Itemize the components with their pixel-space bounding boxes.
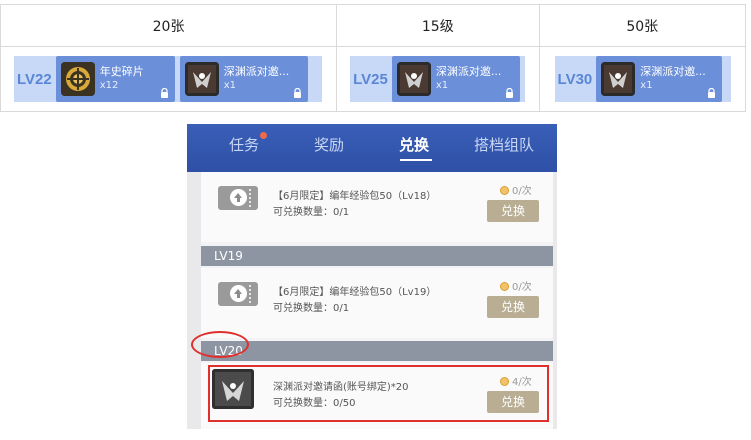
lock-icon <box>293 88 301 98</box>
level-label: LV30 <box>557 70 593 88</box>
table-header-row: 20张 15级 50张 <box>0 4 747 47</box>
notification-dot <box>260 132 268 139</box>
reward-item-qty: x12 <box>99 80 119 91</box>
reward-item-card[interactable]: 年史碎片 x12 <box>55 56 175 102</box>
reward-item-qty: x1 <box>435 80 449 91</box>
level-label: LV25 <box>353 70 388 88</box>
tab-rewards[interactable]: 奖励 <box>314 134 344 155</box>
item-name: 【6月限定】编年经验包50（Lv19） <box>273 287 437 298</box>
header-cell-2: 15级 <box>336 4 540 47</box>
coin-icon <box>500 282 509 291</box>
annotation-rectangle <box>208 365 549 422</box>
item-count: 可兑换数量：0/1 <box>273 207 350 218</box>
reward-item-name: 深渊派对邀... <box>640 65 706 78</box>
reward-item-name: 深渊派对邀... <box>223 65 290 78</box>
item-count: 可兑换数量：0/1 <box>273 303 350 314</box>
exp-pack-icon <box>218 282 258 306</box>
tab-partner-team[interactable]: 搭档组队 <box>474 134 534 155</box>
coin-icon <box>500 186 509 195</box>
abyss-invite-icon <box>184 62 219 96</box>
reward-cell-1: LV22 年史碎片 x12 深渊派对邀... x1 <box>0 46 338 112</box>
tab-exchange[interactable]: 兑换 <box>399 134 429 155</box>
section-header: LV19 <box>201 246 553 266</box>
exp-pack-icon <box>218 186 258 210</box>
exchange-screen: 任务 奖励 兑换 搭档组队 【6月限定】编年经验包50（Lv18） 可兑换数量：… <box>187 124 557 429</box>
annotation-ellipse <box>191 331 249 358</box>
tab-label: 兑换 <box>399 136 430 154</box>
reward-table: 20张 15级 50张 LV22 年史碎片 x12 深渊派对邀... x1 LV… <box>0 4 747 112</box>
lock-icon <box>160 88 168 98</box>
reward-cell-3: LV30 深渊派对邀... x1 <box>538 46 747 112</box>
section-header: LV20 <box>201 341 553 361</box>
tab-label: 任务 <box>229 136 260 154</box>
tab-bar: 任务 奖励 兑换 搭档组队 <box>187 124 557 172</box>
table-reward-row: LV22 年史碎片 x12 深渊派对邀... x1 LV25 深渊派对邀... … <box>0 46 747 112</box>
reward-item-name: 深渊派对邀... <box>435 65 502 78</box>
header-cell-1: 20张 <box>0 4 338 47</box>
item-name: 【6月限定】编年经验包50（Lv18） <box>273 191 437 202</box>
gold-emblem-icon <box>60 62 95 96</box>
item-limit: 0/次 <box>500 182 532 197</box>
abyss-invite-icon <box>396 62 431 96</box>
reward-item-qty: x1 <box>223 80 237 91</box>
tab-label: 奖励 <box>314 136 345 154</box>
level-label: LV22 <box>17 70 52 88</box>
tab-label: 搭档组队 <box>474 136 535 154</box>
reward-strip: LV30 深渊派对邀... x1 <box>554 56 731 102</box>
lock-icon <box>708 88 716 98</box>
reward-item-card[interactable]: 深渊派对邀... x1 <box>596 56 723 102</box>
active-tab-indicator <box>400 159 432 161</box>
item-limit: 0/次 <box>500 278 532 293</box>
exchange-button[interactable]: 兑换 <box>487 296 539 318</box>
header-cell-3: 50张 <box>538 4 747 47</box>
reward-item-qty: x1 <box>640 80 653 91</box>
exchange-button[interactable]: 兑换 <box>487 200 539 222</box>
reward-cell-2: LV25 深渊派对邀... x1 <box>336 46 540 112</box>
reward-item-card[interactable]: 深渊派对邀... x1 <box>391 56 520 102</box>
reward-item-name: 年史碎片 <box>99 65 144 78</box>
tab-tasks[interactable]: 任务 <box>229 132 268 155</box>
abyss-invite-icon <box>601 62 636 96</box>
list-item: 【6月限定】编年经验包50（Lv19） 可兑换数量：0/1 0/次 兑换 <box>201 268 553 338</box>
reward-item-card[interactable]: 深渊派对邀... x1 <box>179 56 308 102</box>
reward-strip: LV22 年史碎片 x12 深渊派对邀... x1 <box>14 56 322 102</box>
lock-icon <box>505 88 513 98</box>
reward-strip: LV25 深渊派对邀... x1 <box>350 56 526 102</box>
list-item: 【6月限定】编年经验包50（Lv18） 可兑换数量：0/1 0/次 兑换 <box>201 172 553 242</box>
